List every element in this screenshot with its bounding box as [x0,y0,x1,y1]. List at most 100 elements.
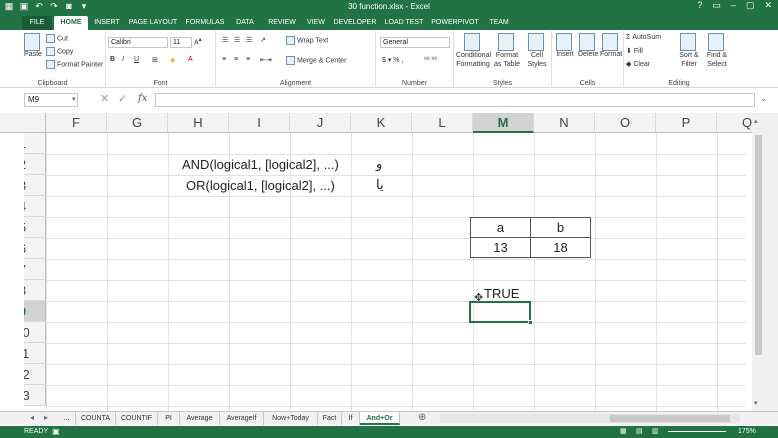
format-painter-button[interactable]: Format Painter [46,60,103,69]
fill-color-icon[interactable]: ◈ [170,56,175,64]
column-header-p[interactable]: P [656,113,717,133]
cut-button[interactable]: Cut [46,34,68,43]
delete-button[interactable]: Delete [578,33,598,58]
top-align-icon[interactable]: ☰ [222,36,228,44]
cell-h3[interactable]: OR(logical1, [logical2], ...) [186,175,335,196]
formula-input[interactable] [155,93,755,107]
copy-button[interactable]: Copy [46,47,73,56]
row-header-12[interactable]: 12 [24,364,46,385]
sheet-tab-averageif[interactable]: AverageIf [220,412,264,425]
italic-icon[interactable]: I [122,56,124,63]
wrap-text-button[interactable]: Wrap Text [286,36,328,45]
row-header-3[interactable]: 3 [24,175,46,196]
sheet-tab-fact[interactable]: Fact [318,412,342,425]
row-header-2[interactable]: 2 [24,154,46,175]
scroll-down-icon[interactable]: ▾ [754,399,758,407]
new-sheet-icon[interactable]: ⊕ [418,412,426,423]
bottom-align-icon[interactable]: ☰ [246,36,252,44]
currency-icon[interactable]: $ ▾ % , [382,56,403,64]
sheet-tab-counta[interactable]: COUNTA [76,412,116,425]
tab-page-layout[interactable]: PAGE LAYOUT [126,16,180,30]
bold-icon[interactable]: B [110,56,115,63]
number-format-dropdown[interactable]: General [380,37,450,48]
page-layout-view-icon[interactable]: ▤ [636,426,643,438]
row-header-4[interactable]: 4 [24,196,46,217]
vertical-scrollbar[interactable]: ▴ ▾ [752,113,778,412]
column-header-o[interactable]: O [595,113,656,133]
column-header-j[interactable]: J [290,113,351,133]
sort-filter-button[interactable]: Sort & Filter [676,33,702,69]
row-header-6[interactable]: 6 [24,238,46,259]
row-header-1[interactable]: 1 [24,133,46,154]
tab-load-test[interactable]: LOAD TEST [382,16,426,30]
horizontal-scroll-thumb[interactable] [610,415,730,422]
tab-formulas[interactable]: FORMULAS [184,16,226,30]
autosum-button[interactable]: Σ AutoSum [626,34,661,41]
column-header-f[interactable]: F [46,113,107,133]
indent-icon[interactable]: ⇤⇥ [260,56,272,64]
conditional-formatting-button[interactable]: Conditional Formatting [456,33,491,69]
normal-view-icon[interactable]: ▦ [620,426,627,438]
find-select-button[interactable]: Find & Select [704,33,730,69]
borders-icon[interactable]: ⊞ [152,56,158,64]
font-color-icon[interactable]: A [188,56,193,63]
zoom-level[interactable]: 175% [738,426,756,438]
column-header-k[interactable]: K [351,113,412,133]
font-size-dropdown[interactable]: 11 [170,37,192,48]
format-as-table-button[interactable]: Format as Table [492,33,522,69]
horizontal-scrollbar[interactable] [440,414,740,423]
sheet-tab-pi[interactable]: PI [158,412,180,425]
sheet-tab-if[interactable]: If [342,412,360,425]
sheet-tab-more[interactable]: ... [58,412,76,425]
tab-file[interactable]: FILE [22,16,52,30]
column-header-g[interactable]: G [107,113,168,133]
row-header-9[interactable]: 9 [24,301,46,322]
underline-icon[interactable]: U [134,56,139,63]
align-center-icon[interactable]: ≡ [234,56,238,63]
maximize-button[interactable]: ▢ [746,0,755,11]
name-box[interactable]: M9 [24,93,78,107]
fill-button[interactable]: ⬇ Fill [626,47,643,55]
expand-formula-bar-icon[interactable]: ⌄ [760,94,767,103]
tab-view[interactable]: VIEW [302,16,330,30]
tab-insert[interactable]: INSERT [90,16,124,30]
row-header-8[interactable]: 8 [24,280,46,301]
column-header-l[interactable]: L [412,113,473,133]
clear-button[interactable]: ◆ Clear [626,60,650,68]
font-name-dropdown[interactable]: Calibri [108,37,168,48]
name-box-dropdown-icon[interactable]: ▾ [72,95,76,103]
macro-record-icon[interactable]: ▣ [52,426,60,438]
tab-developer[interactable]: DEVELOPER [332,16,378,30]
scroll-up-icon[interactable]: ▴ [754,117,758,125]
tab-team[interactable]: TEAM [484,16,514,30]
active-cell-m9[interactable] [469,301,533,325]
decimal-icon[interactable]: ⁰⁰ ⁰⁰ [424,56,437,64]
sheet-tab-now-today[interactable]: Now+Today [264,412,318,425]
row-header-10[interactable]: 10 [24,322,46,343]
cell-n5[interactable]: b [530,217,591,238]
format-button[interactable]: Format [600,33,622,58]
help-button[interactable]: ? [697,0,702,11]
row-header-13[interactable]: 13 [24,385,46,406]
orientation-icon[interactable]: ↗ [260,36,266,44]
row-header-5[interactable]: 5 [24,217,46,238]
column-header-m[interactable]: M [473,113,534,133]
cell-styles-button[interactable]: Cell Styles [524,33,550,69]
next-sheet-icon[interactable]: ▸ [44,413,48,422]
page-break-view-icon[interactable]: ▥ [652,426,659,438]
minimize-button[interactable]: – [731,0,736,11]
enter-icon[interactable]: ✓ [118,92,127,105]
paste-button[interactable]: Paste [24,33,42,58]
fill-handle[interactable] [528,320,533,325]
tab-powerpivot[interactable]: POWERPIVOT [430,16,480,30]
cell-k3[interactable]: یا [376,175,384,196]
tab-review[interactable]: REVIEW [264,16,300,30]
close-button[interactable]: ✕ [764,0,772,11]
zoom-slider[interactable] [668,431,726,432]
cell-m5[interactable]: a [470,217,531,238]
tab-data[interactable]: DATA [230,16,260,30]
cell-k2[interactable]: و [376,154,382,175]
merge-center-button[interactable]: Merge & Center [286,56,346,65]
tab-home[interactable]: HOME [54,16,88,30]
vertical-scroll-thumb[interactable] [755,135,762,355]
